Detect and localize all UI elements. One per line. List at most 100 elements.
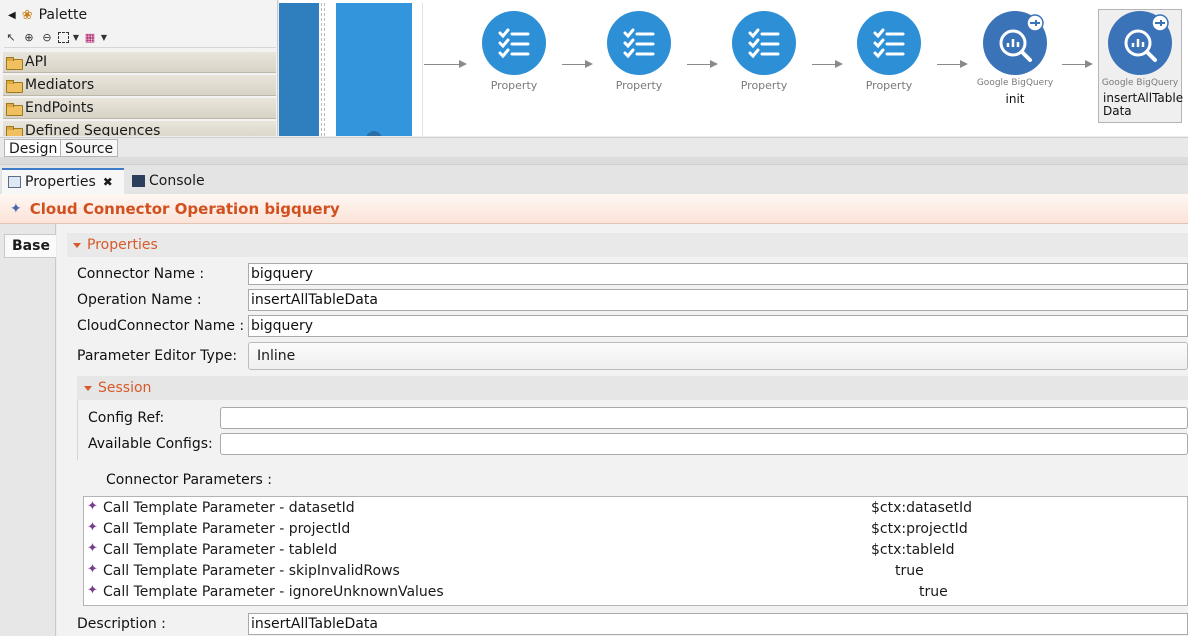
table-row[interactable]: ✦ Call Template Parameter - projectId $c…: [84, 519, 1187, 540]
cloudconnector-name-field[interactable]: bigquery: [248, 315, 1188, 337]
properties-content: Properties Connector Name : bigquery Ope…: [57, 224, 1188, 636]
operation-name-field[interactable]: insertAllTableData: [248, 289, 1188, 311]
flow-arrow: [562, 60, 593, 68]
flow-arrow: [687, 60, 718, 68]
side-tab-column: [0, 224, 56, 636]
palette-header: ◀ ❀ Palette: [0, 4, 277, 26]
property-list-icon: [857, 11, 921, 75]
connector-parameters-table[interactable]: ✦ Call Template Parameter - datasetId $c…: [83, 496, 1188, 606]
property-list-icon: [482, 11, 546, 75]
editor-tabs: Design Source: [0, 137, 1188, 157]
expand-triangle-icon: [73, 242, 81, 248]
properties-icon: [8, 176, 21, 188]
parameter-icon: ✦: [87, 499, 98, 514]
parameter-name: Call Template Parameter - tableId: [103, 542, 338, 558]
console-icon: [132, 175, 145, 187]
properties-section-header[interactable]: Properties: [67, 233, 1188, 257]
available-configs-field[interactable]: [220, 433, 1188, 455]
connector-name-field[interactable]: bigquery: [248, 263, 1188, 285]
tab-base[interactable]: Base: [4, 234, 56, 258]
connector-star-icon: ✦: [10, 200, 22, 217]
cloudconnector-name-label: CloudConnector Name :: [77, 318, 245, 334]
palette-drawer-defined-sequences[interactable]: Defined Sequences: [3, 121, 276, 136]
parameter-value: true: [919, 584, 948, 600]
property-mediator[interactable]: Property: [849, 11, 929, 92]
connection-icon[interactable]: ▦: [83, 31, 97, 45]
parameter-editor-type-select[interactable]: Inline: [248, 342, 1188, 370]
tab-design[interactable]: Design: [4, 139, 63, 157]
parameter-icon: ✦: [87, 520, 98, 535]
parameter-name: Call Template Parameter - skipInvalidRow…: [103, 563, 400, 579]
parameter-value: $ctx:tableId: [871, 542, 955, 558]
flow-arrow: [1062, 60, 1093, 68]
divider: [422, 3, 423, 136]
config-ref-label: Config Ref:: [88, 410, 165, 426]
table-row[interactable]: ✦ Call Template Parameter - tableId $ctx…: [84, 540, 1187, 561]
parameter-editor-type-label: Parameter Editor Type:: [77, 348, 238, 364]
palette-title: Palette: [38, 7, 88, 23]
collapse-triangle-icon[interactable]: ◀: [8, 10, 16, 21]
dropdown-arrow-icon[interactable]: ▼: [73, 31, 79, 45]
flow-arrow: [424, 60, 467, 68]
tab-source[interactable]: Source: [60, 139, 119, 157]
drawer-label: Mediators: [25, 77, 95, 93]
property-list-icon: [607, 11, 671, 75]
node-label: Property: [740, 79, 788, 92]
page-title: Cloud Connector Operation bigquery: [29, 199, 340, 218]
node-name: insertAllTable Data: [1103, 91, 1184, 118]
zoom-out-icon[interactable]: ⊖: [40, 31, 54, 45]
marquee-icon[interactable]: [58, 32, 69, 43]
bigquery-init-connector[interactable]: Google BigQuery init: [975, 11, 1055, 106]
palette-icon: ❀: [21, 7, 33, 23]
close-icon[interactable]: ✖: [103, 175, 113, 189]
description-field[interactable]: insertAllTableData: [248, 613, 1188, 635]
api-resource-bar[interactable]: [279, 3, 319, 136]
palette-drawer-mediators[interactable]: Mediators: [3, 75, 276, 96]
folder-icon: [6, 125, 23, 136]
parameter-name: Call Template Parameter - datasetId: [103, 500, 355, 516]
drawer-label: Defined Sequences: [25, 123, 161, 136]
palette-drawer-api[interactable]: API: [3, 52, 276, 73]
property-mediator[interactable]: Property: [724, 11, 804, 92]
drawer-label: EndPoints: [25, 100, 94, 116]
node-sub-label: Google BigQuery: [976, 78, 1054, 88]
bigquery-insertall-connector[interactable]: Google BigQuery insertAllTable Data: [1100, 11, 1184, 118]
tab-label: Properties: [25, 174, 96, 190]
available-configs-label: Available Configs:: [88, 436, 213, 452]
node-label: Property: [615, 79, 663, 92]
section-title: Properties: [87, 237, 158, 253]
session-section-header[interactable]: Session: [77, 376, 1188, 400]
parameter-name: Call Template Parameter - projectId: [103, 521, 351, 537]
sash[interactable]: [0, 157, 1188, 164]
sequence-start-icon: [366, 131, 382, 136]
config-ref-field[interactable]: [220, 407, 1188, 429]
select-arrow-icon[interactable]: ↖: [4, 31, 18, 45]
table-row[interactable]: ✦ Call Template Parameter - datasetId $c…: [84, 498, 1187, 519]
table-row[interactable]: ✦ Call Template Parameter - skipInvalidR…: [84, 561, 1187, 582]
folder-icon: [6, 79, 23, 93]
property-mediator[interactable]: Property: [599, 11, 679, 92]
property-mediator[interactable]: Property: [474, 11, 554, 92]
folder-icon: [6, 102, 23, 116]
connector-parameters-label: Connector Parameters :: [106, 472, 272, 488]
palette-panel: ◀ ❀ Palette ↖ ⊕ ⊖ ▼ ▦ ▼ API Mediators En…: [0, 0, 278, 136]
node-label: Property: [490, 79, 538, 92]
tab-console[interactable]: Console: [126, 168, 211, 194]
tab-label: Console: [149, 173, 205, 189]
palette-drawer-endpoints[interactable]: EndPoints: [3, 98, 276, 119]
zoom-in-icon[interactable]: ⊕: [22, 31, 36, 45]
node-name: init: [1005, 92, 1025, 106]
expand-triangle-icon: [84, 385, 92, 391]
parameter-name: Call Template Parameter - ignoreUnknownV…: [103, 584, 444, 600]
parameter-value: $ctx:datasetId: [871, 500, 973, 516]
operation-name-label: Operation Name :: [77, 292, 202, 308]
dropdown-arrow-icon[interactable]: ▼: [101, 31, 107, 45]
table-row[interactable]: ✦ Call Template Parameter - ignoreUnknow…: [84, 582, 1187, 603]
design-canvas[interactable]: Property Property Property Property Goog…: [279, 0, 1188, 136]
description-label: Description :: [77, 616, 166, 632]
tab-properties[interactable]: Properties ✖: [2, 168, 124, 194]
parameter-value: true: [895, 563, 924, 579]
in-sequence-bar[interactable]: [336, 3, 412, 136]
divider: [321, 3, 325, 136]
parameter-icon: ✦: [87, 562, 98, 577]
